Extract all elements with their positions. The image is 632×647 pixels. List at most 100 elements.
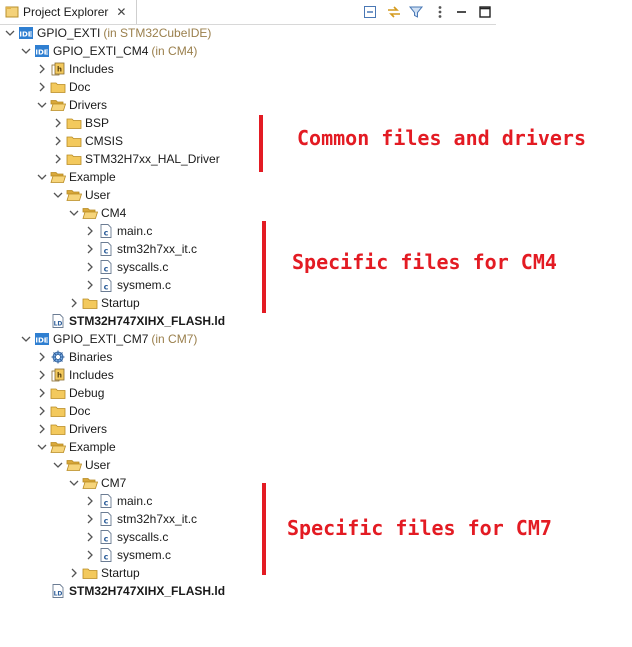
tree-item-label: syscalls.c xyxy=(117,530,169,544)
view-menu-icon[interactable] xyxy=(432,4,448,20)
tree-item-label: Doc xyxy=(69,404,91,418)
expand-chevron-icon[interactable] xyxy=(52,132,64,150)
expand-chevron-icon[interactable] xyxy=(36,420,48,438)
collapse-chevron-icon[interactable] xyxy=(36,438,48,456)
tree-item[interactable]: c syscalls.c xyxy=(84,258,168,276)
expand-chevron-icon[interactable] xyxy=(36,402,48,420)
collapse-chevron-icon[interactable] xyxy=(36,168,48,186)
tree-item[interactable]: Drivers xyxy=(36,420,107,438)
collapse-chevron-icon[interactable] xyxy=(52,456,64,474)
svg-text:c: c xyxy=(104,283,109,292)
link-with-editor-icon[interactable] xyxy=(386,4,402,20)
tree-item[interactable]: h Includes xyxy=(36,60,114,78)
tree-item[interactable]: Example xyxy=(36,168,116,186)
tree-item[interactable]: h Includes xyxy=(36,366,114,384)
tree-item[interactable]: c stm32h7xx_it.c xyxy=(84,510,197,528)
expand-chevron-icon[interactable] xyxy=(84,276,96,294)
expand-chevron-icon[interactable] xyxy=(84,258,96,276)
folder-icon xyxy=(66,133,82,149)
expand-chevron-icon[interactable] xyxy=(36,78,48,96)
tree-item[interactable]: CMSIS xyxy=(52,132,123,150)
tree-item[interactable]: c stm32h7xx_it.c xyxy=(84,240,197,258)
tree-item[interactable]: c syscalls.c xyxy=(84,528,168,546)
tree-item-decorator: (in CM4) xyxy=(151,44,198,58)
svg-text:c: c xyxy=(104,229,109,238)
tree-item-decorator: (in CM7) xyxy=(151,332,198,346)
tree-item[interactable]: Binaries xyxy=(36,348,112,366)
tree-item[interactable]: c sysmem.c xyxy=(84,276,171,294)
linker-script-icon: LD xyxy=(50,583,66,599)
folder-open-icon xyxy=(66,457,82,473)
collapse-all-icon[interactable] xyxy=(362,4,378,20)
tree-item[interactable]: IDE GPIO_EXTI_CM7 (in CM7) xyxy=(20,330,197,348)
tree-item[interactable]: Doc xyxy=(36,402,90,420)
includes-icon: h xyxy=(50,61,66,77)
tree-item[interactable]: LD STM32H747XIHX_FLASH.ld xyxy=(36,312,225,330)
tree-item[interactable]: Debug xyxy=(36,384,104,402)
expand-chevron-icon[interactable] xyxy=(84,222,96,240)
filter-icon[interactable] xyxy=(408,4,424,20)
expand-chevron-icon[interactable] xyxy=(84,528,96,546)
tree-item-label: GPIO_EXTI xyxy=(37,26,101,40)
tree-item[interactable]: CM7 xyxy=(68,474,126,492)
svg-text:c: c xyxy=(104,247,109,256)
minimize-icon[interactable] xyxy=(454,4,470,20)
expand-chevron-icon[interactable] xyxy=(52,150,64,168)
expand-chevron-icon[interactable] xyxy=(84,492,96,510)
expand-chevron-icon[interactable] xyxy=(52,114,64,132)
tree-item-label: main.c xyxy=(117,494,153,508)
tree-item-label: User xyxy=(85,188,111,202)
collapse-chevron-icon[interactable] xyxy=(36,96,48,114)
folder-open-icon xyxy=(50,97,66,113)
c-source-icon: c xyxy=(98,277,114,293)
tree-item-label: CM4 xyxy=(101,206,127,220)
expand-chevron-icon[interactable] xyxy=(84,510,96,528)
tree-item[interactable]: CM4 xyxy=(68,204,126,222)
expand-chevron-icon[interactable] xyxy=(68,294,80,312)
annotation-bar-cm4 xyxy=(262,221,266,313)
tree-item[interactable]: STM32H7xx_HAL_Driver xyxy=(52,150,220,168)
tree-item-label: GPIO_EXTI_CM7 xyxy=(53,332,149,346)
folder-icon xyxy=(50,421,66,437)
tree-item-label: stm32h7xx_it.c xyxy=(117,242,198,256)
tree-item[interactable]: IDE GPIO_EXTI (in STM32CubeIDE) xyxy=(4,24,211,42)
expand-chevron-icon[interactable] xyxy=(84,546,96,564)
c-source-icon: c xyxy=(98,493,114,509)
tree-item[interactable]: Doc xyxy=(36,78,90,96)
svg-text:h: h xyxy=(57,372,62,380)
expand-chevron-icon[interactable] xyxy=(36,348,48,366)
collapse-chevron-icon[interactable] xyxy=(20,330,32,348)
tree-item[interactable]: Startup xyxy=(68,294,140,312)
expand-chevron-icon[interactable] xyxy=(36,60,48,78)
tree-item[interactable]: Drivers xyxy=(36,96,107,114)
annotation-bar-common xyxy=(259,115,263,172)
maximize-icon[interactable] xyxy=(477,4,493,20)
tree-item[interactable]: Startup xyxy=(68,564,140,582)
close-view-button[interactable]: ✕ xyxy=(116,5,126,19)
collapse-chevron-icon[interactable] xyxy=(68,474,80,492)
collapse-chevron-icon[interactable] xyxy=(20,42,32,60)
svg-text:c: c xyxy=(104,499,109,508)
tree-item[interactable]: c main.c xyxy=(84,492,152,510)
binaries-icon xyxy=(50,349,66,365)
collapse-chevron-icon[interactable] xyxy=(52,186,64,204)
expand-chevron-icon[interactable] xyxy=(68,564,80,582)
tree-item[interactable]: BSP xyxy=(52,114,109,132)
tree-item[interactable]: User xyxy=(52,186,110,204)
svg-text:c: c xyxy=(104,535,109,544)
tree-item[interactable]: c sysmem.c xyxy=(84,546,171,564)
expand-chevron-icon[interactable] xyxy=(36,366,48,384)
tree-item-label: sysmem.c xyxy=(117,548,171,562)
collapse-chevron-icon[interactable] xyxy=(68,204,80,222)
tree-item[interactable]: IDE GPIO_EXTI_CM4 (in CM4) xyxy=(20,42,197,60)
tree-item[interactable]: LD STM32H747XIHX_FLASH.ld xyxy=(36,582,225,600)
expand-chevron-icon[interactable] xyxy=(36,384,48,402)
tree-item[interactable]: User xyxy=(52,456,110,474)
tree-item[interactable]: Example xyxy=(36,438,116,456)
expand-chevron-icon[interactable] xyxy=(84,240,96,258)
svg-text:LD: LD xyxy=(54,321,63,328)
collapse-chevron-icon[interactable] xyxy=(4,24,16,42)
project-explorer-tab[interactable]: Project Explorer ✕ xyxy=(0,0,137,24)
tree-item[interactable]: c main.c xyxy=(84,222,152,240)
